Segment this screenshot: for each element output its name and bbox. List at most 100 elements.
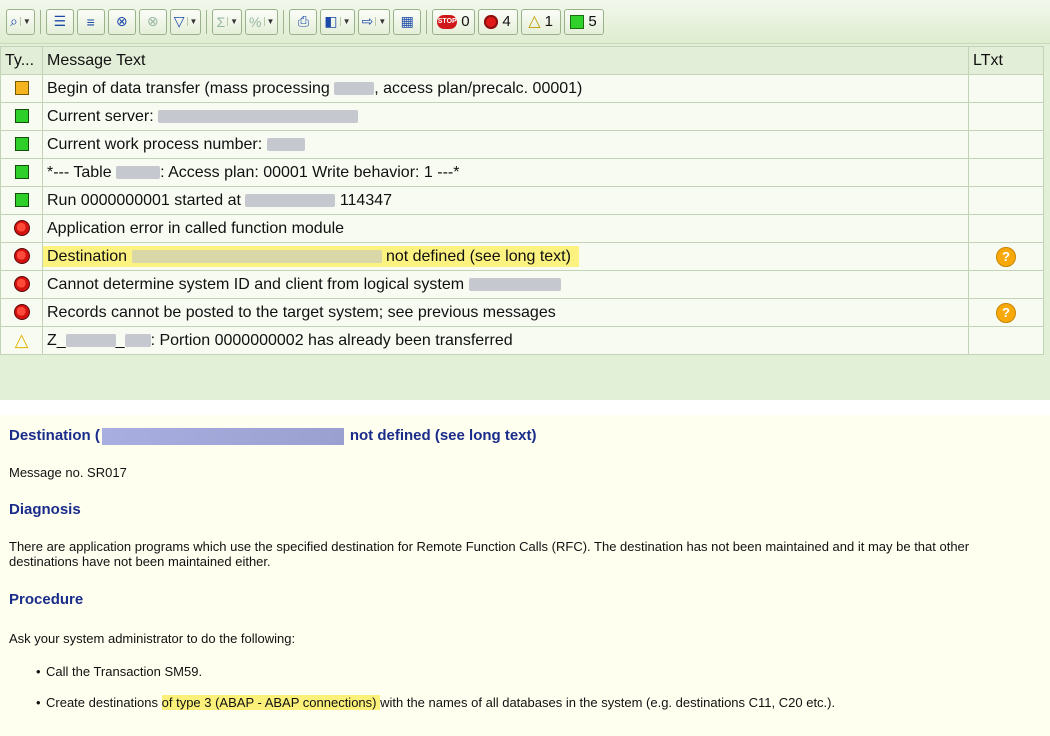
table-row-selected[interactable]: Destination not defined (see long text) … (0, 242, 1044, 271)
export-icon: ⇨ (361, 13, 374, 29)
success-filter-button[interactable]: 5 (563, 8, 604, 35)
sort-ascending-button[interactable]: ☰ (45, 8, 74, 35)
grid-button[interactable]: ▦ (393, 8, 422, 35)
message-text: : Portion 0000000002 has already been tr… (150, 331, 513, 349)
bullet-text: with the names of all databases in the s… (380, 695, 836, 710)
success-status-icon (14, 137, 29, 152)
message-cell[interactable]: Destination not defined (see long text) (42, 242, 969, 271)
success-icon (570, 14, 585, 29)
message-cell[interactable]: Cannot determine system ID and client fr… (42, 270, 969, 299)
message-cell[interactable]: Run 0000000001 started at 114347 (42, 186, 969, 215)
message-text: Application error in called function mod… (47, 219, 345, 237)
chevron-down-icon[interactable]: ▼ (263, 17, 274, 26)
error-count: 4 (502, 13, 511, 30)
title-text: Destination ( (9, 427, 100, 444)
table-row[interactable]: △ Z_ _: Portion 0000000002 has already be… (0, 326, 1044, 355)
message-cell[interactable]: Current server: (42, 102, 969, 131)
redacted-value (124, 333, 151, 347)
warning-filter-button[interactable]: △ 1 (520, 8, 561, 35)
total-button[interactable]: Σ ▼ (212, 8, 243, 35)
sort-ascending-icon: ☰ (53, 13, 67, 29)
column-header-ltxt[interactable]: LTxt (968, 46, 1044, 75)
redacted-value (158, 109, 359, 123)
ltxt-cell (968, 186, 1044, 215)
message-text: *--- Table (47, 163, 117, 181)
chevron-down-icon[interactable]: ▼ (19, 17, 31, 26)
stop-count: 0 (461, 13, 470, 30)
export-button[interactable]: ⇨ ▼ (357, 8, 391, 35)
error-icon (484, 14, 499, 29)
table-row[interactable]: Begin of data transfer (mass processing … (0, 74, 1044, 103)
diagnosis-text: There are application programs which use… (9, 539, 970, 569)
find-next-button[interactable]: ⊗ (138, 8, 167, 35)
filter-button[interactable]: ▽ ▼ (169, 8, 202, 35)
message-cell[interactable]: Z_ _: Portion 0000000002 has already been… (42, 326, 969, 355)
subtotal-button[interactable]: % ▼ (245, 8, 279, 35)
details-button[interactable]: ⌕ ▼ (6, 8, 35, 35)
message-cell[interactable]: Current work process number: (42, 130, 969, 159)
table-row[interactable]: Current server: (0, 102, 1044, 131)
redacted-value (266, 137, 305, 151)
table-row[interactable]: Application error in called function mod… (0, 214, 1044, 243)
message-text: 114347 (335, 191, 393, 209)
ltxt-cell (968, 102, 1044, 131)
ltxt-cell (968, 214, 1044, 243)
long-text-help-icon[interactable]: ? (996, 246, 1016, 267)
toolbar-separator (39, 9, 41, 34)
ltxt-cell (968, 326, 1044, 355)
message-cell[interactable]: Begin of data transfer (mass processing … (42, 74, 969, 103)
ltxt-cell: ? (968, 242, 1044, 271)
find-button[interactable]: ⊗ (107, 8, 136, 35)
message-text: Begin of data transfer (mass processing (47, 79, 335, 97)
bullet-text: Create destinations (46, 695, 162, 710)
sort-descending-button[interactable]: ≡ (76, 8, 105, 35)
warning-count: 1 (544, 13, 553, 30)
stop-filter-button[interactable]: STOP 0 (432, 8, 475, 35)
ltxt-cell: ? (968, 298, 1044, 327)
message-cell[interactable]: *--- Table : Access plan: 00001 Write be… (42, 158, 969, 187)
message-text: _ (115, 331, 125, 349)
highlighted-text: of type 3 (ABAP - ABAP connections) (161, 695, 381, 710)
column-header-message-text[interactable]: Message Text (42, 46, 969, 75)
chevron-down-icon[interactable]: ▼ (227, 17, 238, 26)
ltxt-cell (968, 130, 1044, 159)
long-text-help-icon[interactable]: ? (996, 302, 1016, 323)
message-text: Records cannot be posted to the target s… (47, 303, 556, 321)
message-cell[interactable]: Application error in called function mod… (42, 214, 969, 243)
print-icon: ⎙ (297, 13, 310, 29)
highlighted-message: Destination not defined (see long text) (43, 245, 579, 267)
table-row[interactable]: *--- Table : Access plan: 00001 Write be… (0, 158, 1044, 187)
procedure-heading: Procedure (9, 591, 84, 608)
chevron-down-icon[interactable]: ▼ (375, 17, 386, 26)
long-text-title: Destination (not defined (see long text) (9, 427, 537, 445)
table-row[interactable]: Current work process number: (0, 130, 1044, 159)
type-cell (0, 130, 43, 159)
chevron-down-icon[interactable]: ▼ (186, 17, 197, 26)
success-status-icon (14, 109, 29, 124)
table-row[interactable]: Records cannot be posted to the target s… (0, 298, 1044, 327)
ltxt-cell (968, 74, 1044, 103)
message-table: Ty... Message Text LTxt Begin of data tr… (0, 46, 1044, 355)
info-status-icon (14, 81, 29, 96)
table-header-row: Ty... Message Text LTxt (0, 46, 1044, 75)
ltxt-cell (968, 270, 1044, 299)
chevron-down-icon[interactable]: ▼ (339, 17, 351, 26)
long-text-panel: Destination (not defined (see long text)… (0, 415, 1050, 736)
table-row[interactable]: Cannot determine system ID and client fr… (0, 270, 1044, 299)
sort-descending-icon: ≡ (86, 13, 95, 30)
table-row[interactable]: Run 0000000001 started at 114347 (0, 186, 1044, 215)
type-cell (0, 102, 43, 131)
print-button[interactable]: ⎙ (289, 8, 318, 35)
column-header-type[interactable]: Ty... (0, 46, 43, 75)
error-filter-button[interactable]: 4 (477, 8, 518, 35)
message-text: Run 0000000001 started at (47, 191, 246, 209)
success-count: 5 (588, 13, 597, 30)
error-status-icon (13, 304, 30, 321)
procedure-bullet: Create destinations of type 3 (ABAP - AB… (36, 695, 836, 710)
stop-icon: STOP (437, 14, 458, 29)
message-cell[interactable]: Records cannot be posted to the target s… (42, 298, 969, 327)
toolbar-separator (283, 9, 285, 34)
change-layout-button[interactable]: ◧ ▼ (320, 8, 355, 35)
subtotal-icon: % (249, 13, 262, 30)
redacted-value (65, 333, 116, 347)
